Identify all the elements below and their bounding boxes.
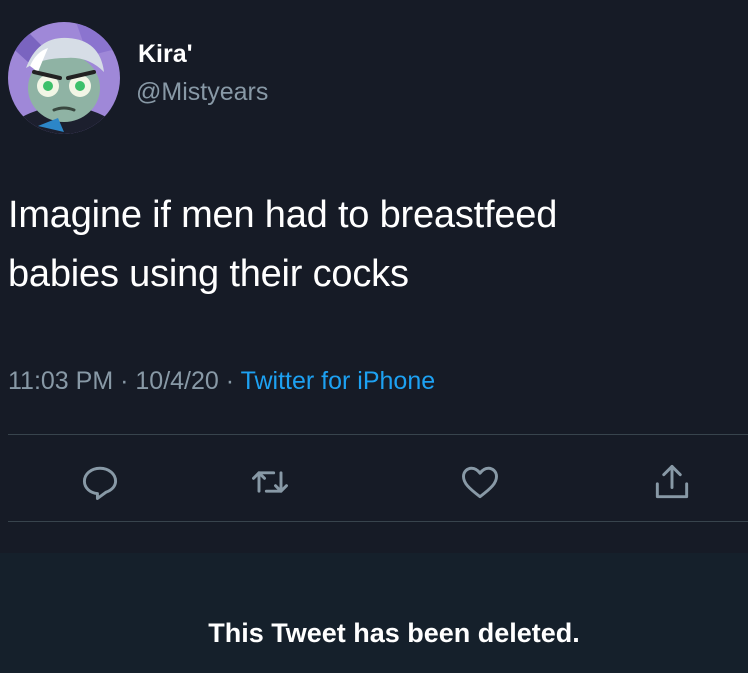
divider (8, 521, 748, 522)
retweet-icon (252, 471, 288, 493)
deleted-notice-bar (0, 553, 748, 673)
tweet-text-line: Imagine if men had to breastfeed (8, 194, 558, 236)
avatar-illustration (8, 22, 120, 134)
reply-button[interactable] (78, 460, 122, 504)
tweet-time[interactable]: 11:03 PM (8, 367, 113, 395)
tweet-actions (0, 452, 748, 508)
tweet-card: Kira' @Mistyears Imagine if men had to b… (0, 0, 748, 553)
tweet-text: Imagine if men had to breastfeed babies … (8, 186, 728, 304)
reply-icon (82, 466, 118, 500)
heart-icon (462, 466, 498, 499)
avatar[interactable] (8, 22, 120, 134)
divider (8, 434, 748, 435)
separator-dot: · (225, 367, 235, 395)
like-button[interactable] (458, 460, 502, 504)
tweet-date[interactable]: 10/4/20 (135, 367, 218, 395)
display-name[interactable]: Kira' (138, 40, 193, 69)
deleted-notice: This Tweet has been deleted. (208, 618, 580, 648)
tweet-source-link[interactable]: Twitter for iPhone (241, 367, 436, 395)
tweet-text-line: babies using their cocks (8, 252, 409, 295)
user-handle[interactable]: @Mistyears (136, 78, 268, 107)
tweet-metadata: 11:03 PM · 10/4/20 · Twitter for iPhone (8, 367, 435, 396)
retweet-button[interactable] (248, 460, 292, 504)
share-button[interactable] (650, 460, 694, 504)
share-icon (655, 464, 689, 499)
separator-dot: · (120, 367, 129, 395)
